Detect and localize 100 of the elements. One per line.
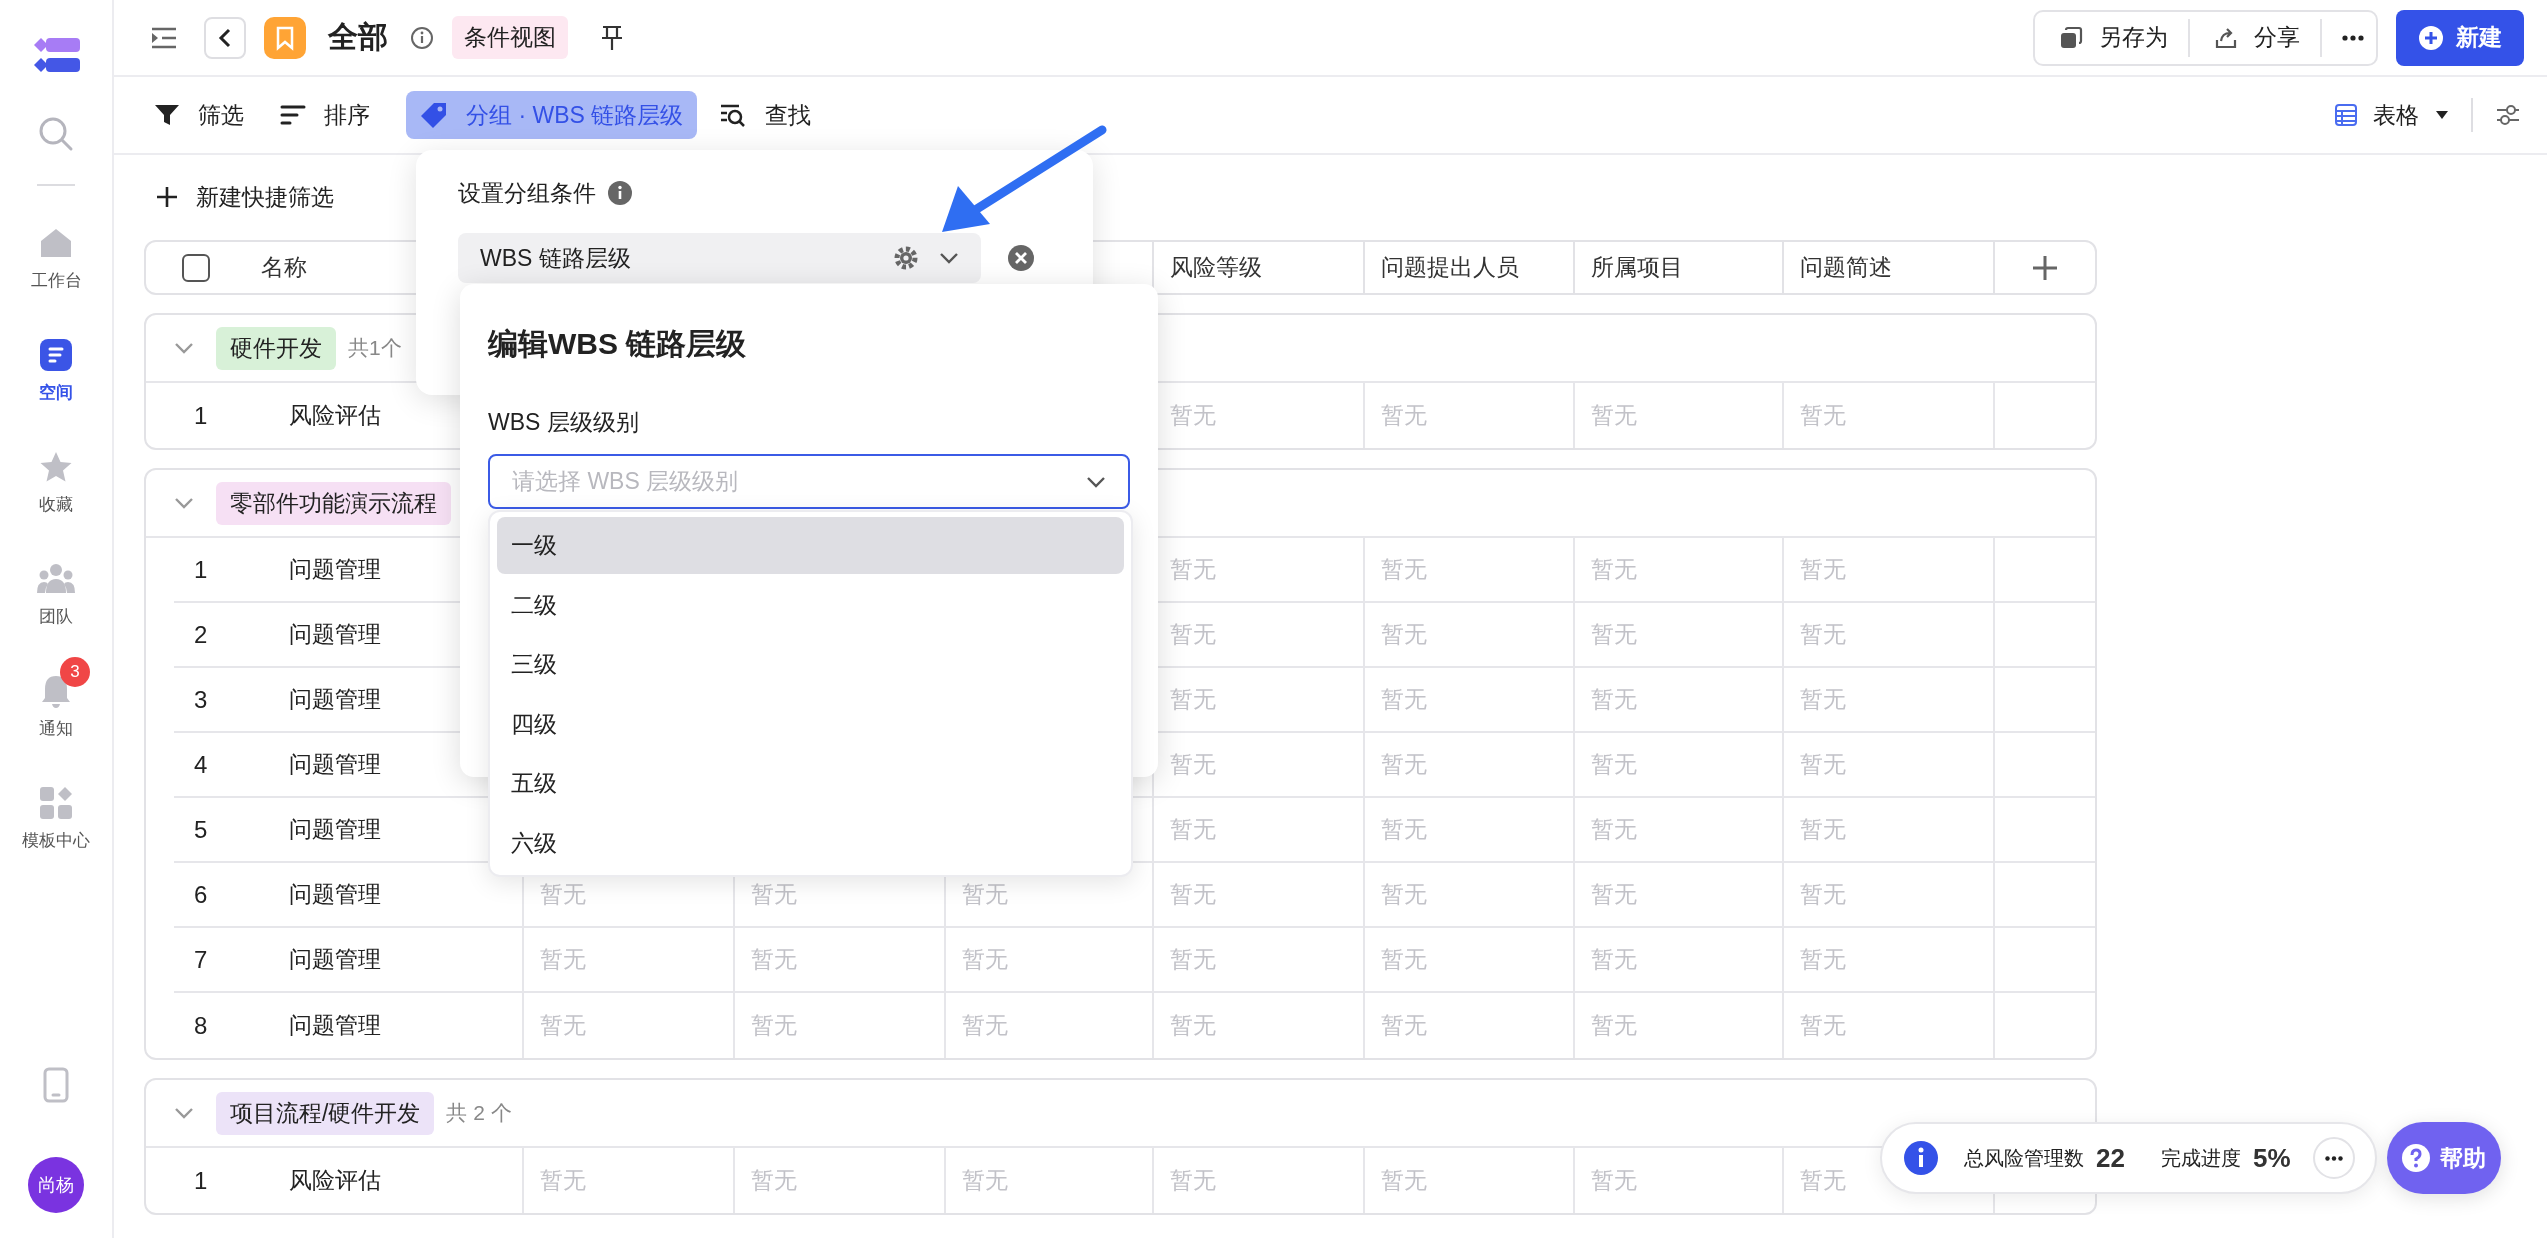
toolbar-button[interactable]: 排序 [280, 91, 384, 139]
more-icon [2342, 34, 2364, 41]
help-button[interactable]: 帮助 [2387, 1122, 2501, 1194]
settings-icon[interactable] [2495, 103, 2521, 127]
plus-icon [156, 186, 178, 208]
stat-label: 总风险管理数 [1964, 1145, 2084, 1171]
toolbar-button[interactable]: 查找 [719, 91, 826, 139]
new-button[interactable]: 新建 [2396, 9, 2524, 66]
info-icon[interactable] [410, 25, 434, 50]
column-header: 名称 [261, 253, 307, 282]
table-cell-text: 暂无 [540, 1166, 586, 1195]
table-cell-text: 暂无 [540, 1011, 586, 1040]
document-icon [40, 338, 72, 371]
pin-icon[interactable] [600, 24, 624, 51]
action-button[interactable]: 另存为 [2055, 18, 2190, 57]
info-icon[interactable] [608, 181, 632, 205]
table-cell-text: 暂无 [1800, 555, 1846, 584]
tag-icon [420, 101, 448, 129]
toolbar-button[interactable]: 筛选 [154, 91, 258, 139]
table-cell-text: 暂无 [1591, 1011, 1637, 1040]
name-cell[interactable]: 风险评估 [245, 1148, 524, 1213]
table-cell-text: 暂无 [1591, 1166, 1637, 1195]
sidebar-item[interactable]: 模板中心 [1, 762, 111, 874]
table-cell-text: 暂无 [1800, 1166, 1846, 1195]
filter-icon [154, 103, 180, 127]
help-icon [2402, 1144, 2430, 1172]
table-cell-text: 暂无 [1170, 815, 1216, 844]
chevron-icon[interactable] [939, 252, 959, 264]
name-cell[interactable]: 问题管理 [245, 993, 524, 1058]
table-cell-text: 暂无 [1591, 401, 1637, 430]
name-cell[interactable]: 问题管理 [245, 928, 524, 991]
chevron-icon[interactable] [174, 1107, 194, 1119]
apps-icon [40, 786, 72, 819]
user-avatar[interactable]: 尚杨 [28, 1157, 84, 1213]
gear-icon[interactable] [893, 245, 919, 271]
sidebar-item[interactable]: 工作台 [1, 202, 111, 314]
row-number: 3 [193, 684, 209, 715]
sidebar-item[interactable]: 3 通知 [1, 650, 111, 762]
row-number: 1 [193, 400, 209, 431]
sidebar-item[interactable]: 团队 [1, 538, 111, 650]
chevron-icon[interactable] [174, 342, 194, 354]
stat-label: 完成进度 [2160, 1145, 2241, 1171]
row-number: 4 [193, 749, 209, 780]
row-number: 5 [193, 814, 209, 845]
copy-icon [2059, 25, 2083, 50]
table-cell-text: 暂无 [1170, 1011, 1216, 1040]
table-cell-text: 暂无 [1170, 555, 1216, 584]
view-menu-button[interactable]: 表格 [2335, 99, 2449, 131]
team-icon [37, 562, 75, 595]
view-tag: 条件视图 [452, 16, 568, 59]
table-cell-text: 暂无 [1800, 685, 1846, 714]
select-all-checkbox[interactable] [181, 253, 210, 282]
table-cell-text: 暂无 [1381, 880, 1427, 909]
table-cell-text: 暂无 [1800, 1011, 1846, 1040]
group-count: 共 2 个 [446, 1100, 512, 1126]
group-field-select[interactable]: WBS 链路层级 [458, 233, 981, 283]
row-number: 1 [193, 1165, 209, 1196]
row-number: 6 [193, 879, 209, 910]
table-cell-text: 暂无 [1381, 1011, 1427, 1040]
row-number: 7 [193, 944, 209, 975]
table-cell-text: 暂无 [1591, 945, 1637, 974]
table-cell-text: 暂无 [1591, 815, 1637, 844]
table-cell-text: 暂无 [1381, 750, 1427, 779]
back-button[interactable] [204, 16, 246, 59]
table-cell-text: 暂无 [751, 1011, 797, 1040]
table-cell-text: 暂无 [962, 1166, 1008, 1195]
table-cell-text: 暂无 [1381, 945, 1427, 974]
action-button[interactable]: 分享 [2210, 18, 2322, 57]
column-header: 问题简述 [1800, 253, 1892, 282]
caret-icon [2435, 110, 2449, 120]
table-cell-text: 暂无 [1591, 620, 1637, 649]
table-cell-text: 暂无 [1381, 620, 1427, 649]
chevron-icon[interactable] [174, 497, 194, 509]
table-cell-text: 暂无 [1170, 880, 1216, 909]
remove-icon[interactable] [1007, 244, 1035, 272]
table-icon [2335, 104, 2357, 126]
table-cell-text: 暂无 [1591, 685, 1637, 714]
dropdown-option[interactable]: 一级 [497, 517, 1124, 574]
info-icon [1904, 1141, 1938, 1175]
sort-icon [280, 104, 306, 126]
table-cell-text: 暂无 [1170, 620, 1216, 649]
share-icon [2214, 25, 2238, 50]
sidebar-toggle-icon[interactable] [150, 25, 178, 50]
table-cell-text: 暂无 [1381, 401, 1427, 430]
table-cell-text: 暂无 [1381, 1166, 1427, 1195]
stat-value: 22 [2096, 1142, 2125, 1174]
table-cell-text: 暂无 [1800, 750, 1846, 779]
column-header: 风险等级 [1170, 253, 1262, 282]
add-column-icon[interactable] [2032, 254, 2058, 281]
table-cell-text: 暂无 [1381, 555, 1427, 584]
table-cell-text: 暂无 [751, 1166, 797, 1195]
sidebar-item[interactable]: 空间 [1, 314, 111, 426]
column-header: 所属项目 [1591, 253, 1683, 282]
table-cell-text: 暂无 [1800, 620, 1846, 649]
new-quick-filter-button[interactable]: 新建快捷筛选 [156, 177, 334, 217]
table-cell-text: 暂无 [1591, 750, 1637, 779]
page-title: 全部 [328, 19, 388, 55]
sidebar-item[interactable]: 收藏 [1, 426, 111, 538]
table-cell-text: 暂无 [1170, 945, 1216, 974]
group-count: 共1个 [348, 335, 402, 361]
